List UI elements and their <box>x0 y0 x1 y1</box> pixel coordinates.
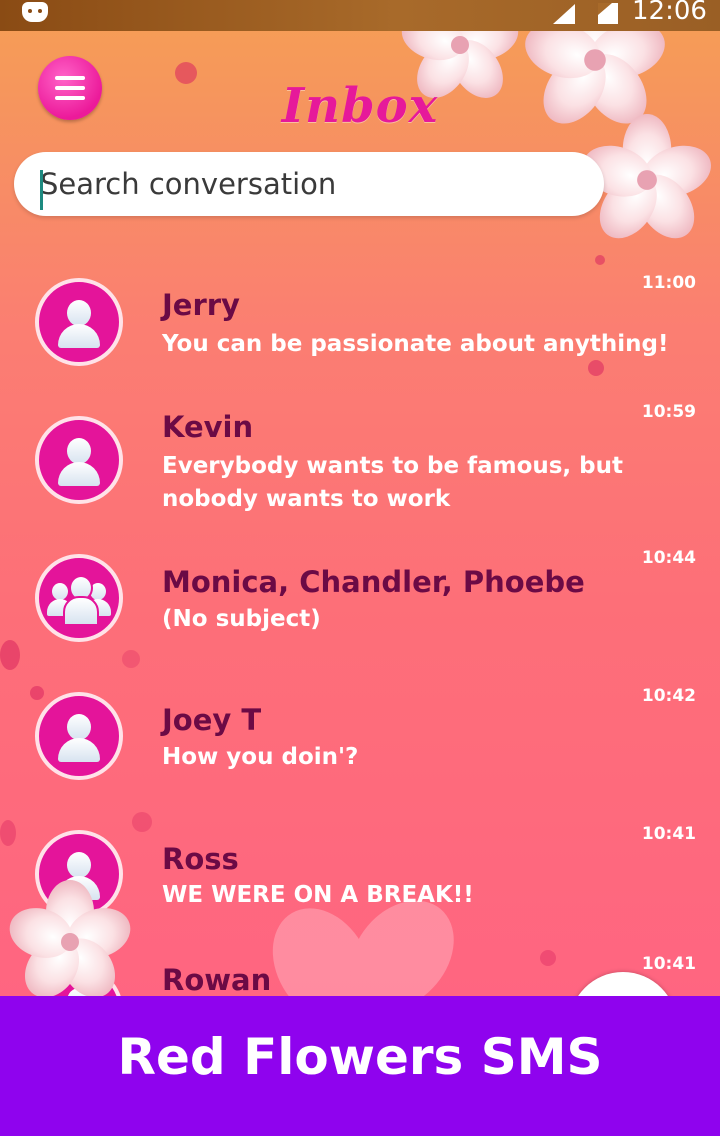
search-input[interactable] <box>40 152 580 216</box>
message-snippet: You can be passionate about anything! <box>162 331 669 357</box>
conversation-item-jerry[interactable]: 11:00 Jerry You can be passionate about … <box>0 270 720 400</box>
contact-avatar <box>35 692 123 780</box>
person-icon <box>67 438 91 464</box>
promo-banner: Red Flowers SMS <box>0 996 720 1136</box>
person-icon <box>58 738 100 762</box>
contact-avatar <box>35 554 123 642</box>
conversation-item-monica-chandler-phoebe[interactable]: 10:44 Monica, Chandler, Phoebe (No subje… <box>0 545 720 675</box>
text-cursor <box>40 170 43 210</box>
person-icon <box>67 300 91 326</box>
contact-name: Jerry <box>162 288 240 322</box>
message-snippet: How you doin'? <box>162 744 359 770</box>
group-icon <box>63 596 99 626</box>
flower-decoration <box>401 0 712 239</box>
contact-name: Monica, Chandler, Phoebe <box>162 565 585 599</box>
message-snippet: Everybody wants to be famous, but nobody… <box>162 453 624 512</box>
contact-name: Joey T <box>162 703 262 737</box>
person-icon <box>58 462 100 486</box>
person-icon <box>67 714 91 740</box>
message-time: 11:00 <box>641 273 696 293</box>
conversation-item-joey-t[interactable]: 10:42 Joey T How you doin'? <box>0 683 720 813</box>
banner-title: Red Flowers SMS <box>117 1028 603 1086</box>
person-icon <box>58 324 100 348</box>
group-icon <box>52 583 68 600</box>
message-snippet: WE WERE ON A BREAK!! <box>162 882 474 908</box>
status-time: 12:06 <box>632 0 707 26</box>
person-icon <box>67 852 91 878</box>
message-time: 10:44 <box>641 548 696 568</box>
signal-icon <box>553 4 575 24</box>
page-title: Inbox <box>281 78 439 134</box>
app-screen: 12:06 Inbox 11:00 Jerry You can be passi… <box>0 0 720 1136</box>
conversation-item-kevin[interactable]: 10:59 Kevin Everybody wants to be famous… <box>0 400 720 530</box>
message-time: 10:41 <box>641 824 696 844</box>
status-bar: 12:06 <box>0 0 720 31</box>
message-time: 10:42 <box>641 686 696 706</box>
battery-icon <box>598 3 618 24</box>
contact-name: Kevin <box>162 410 254 444</box>
message-time: 10:59 <box>641 402 696 422</box>
message-snippet: (No subject) <box>162 606 321 632</box>
contact-name: Rowan <box>162 963 272 997</box>
message-time: 10:41 <box>641 954 696 974</box>
contact-avatar <box>35 278 123 366</box>
android-icon <box>22 2 48 22</box>
contact-name: Ross <box>162 842 239 876</box>
search-bar[interactable] <box>14 152 604 216</box>
contact-avatar <box>35 416 123 504</box>
